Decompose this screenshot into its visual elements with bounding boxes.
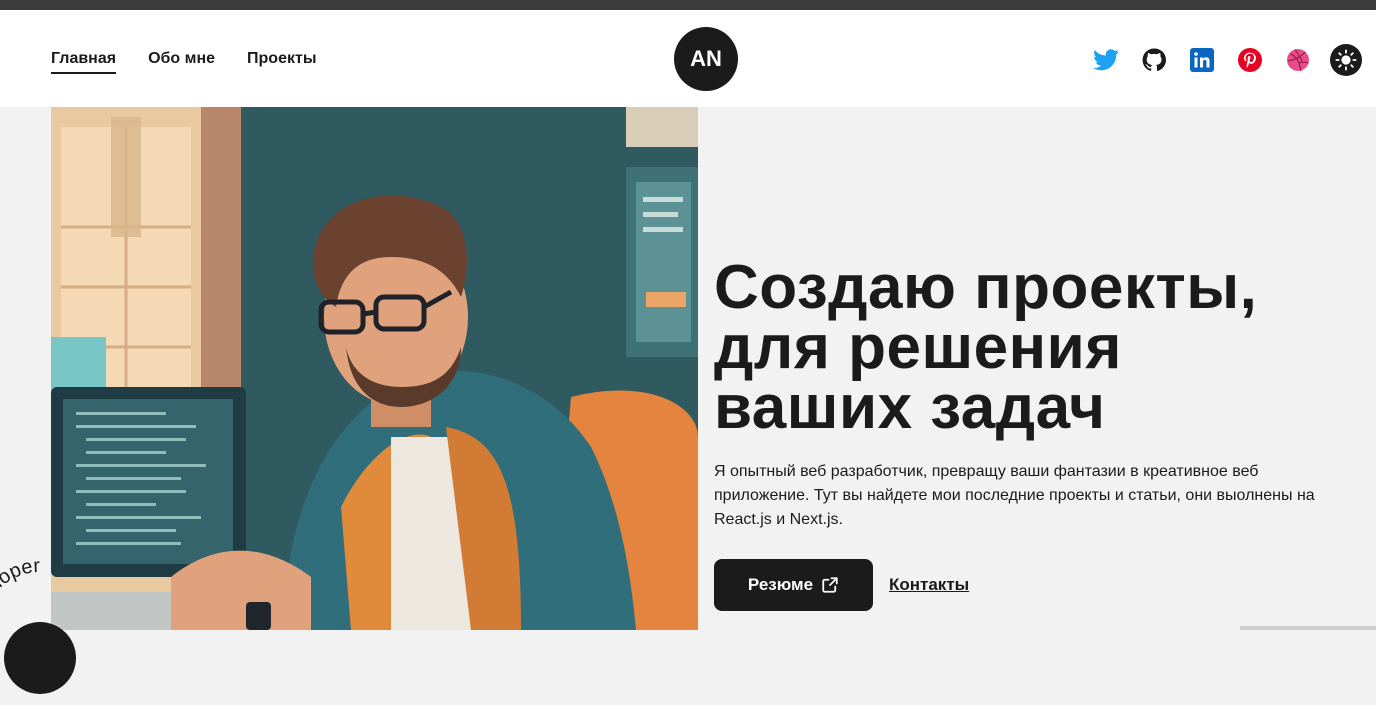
bottom-scroll-indicator	[1240, 626, 1376, 630]
hero-title: Создаю проекты, для решения ваших задач	[714, 257, 1354, 439]
contacts-link[interactable]: Контакты	[889, 575, 969, 595]
pinterest-icon[interactable]	[1234, 44, 1266, 76]
sun-icon	[1335, 49, 1357, 71]
twitter-icon[interactable]	[1090, 44, 1122, 76]
linkedin-icon[interactable]	[1186, 44, 1218, 76]
hero-title-line-2: для решения	[714, 313, 1122, 382]
hero-content: Создаю проекты, для решения ваших задач …	[714, 257, 1354, 532]
hero-description: Я опытный веб разработчик, превращу ваши…	[714, 463, 1315, 528]
theme-toggle-button[interactable]	[1330, 44, 1362, 76]
external-link-icon	[822, 577, 838, 593]
badge-text: Developer	[0, 555, 41, 631]
resume-button[interactable]: Резюме	[714, 559, 873, 611]
hero-title-line-3: ваших задач	[714, 373, 1106, 442]
hero-actions: Резюме Контакты	[714, 559, 969, 611]
nav-item-about[interactable]: Обо мне	[148, 50, 215, 74]
main-nav: Главная Обо мне Проекты	[51, 50, 316, 74]
nav-item-projects[interactable]: Проекты	[247, 50, 316, 74]
github-icon[interactable]	[1138, 44, 1170, 76]
site-header: Главная Обо мне Проекты AN	[0, 10, 1376, 107]
top-border	[0, 0, 1376, 10]
developer-badge[interactable]: Developer	[0, 555, 110, 700]
hero-title-line-1: Создаю проекты,	[714, 253, 1258, 322]
svg-text:Developer: Developer	[0, 560, 41, 631]
dribbble-icon[interactable]	[1282, 44, 1314, 76]
hero-illustration	[51, 107, 698, 630]
nav-item-home[interactable]: Главная	[51, 50, 117, 74]
resume-button-label: Резюме	[747, 575, 814, 594]
social-links	[1090, 44, 1362, 76]
logo[interactable]: AN	[674, 27, 738, 91]
